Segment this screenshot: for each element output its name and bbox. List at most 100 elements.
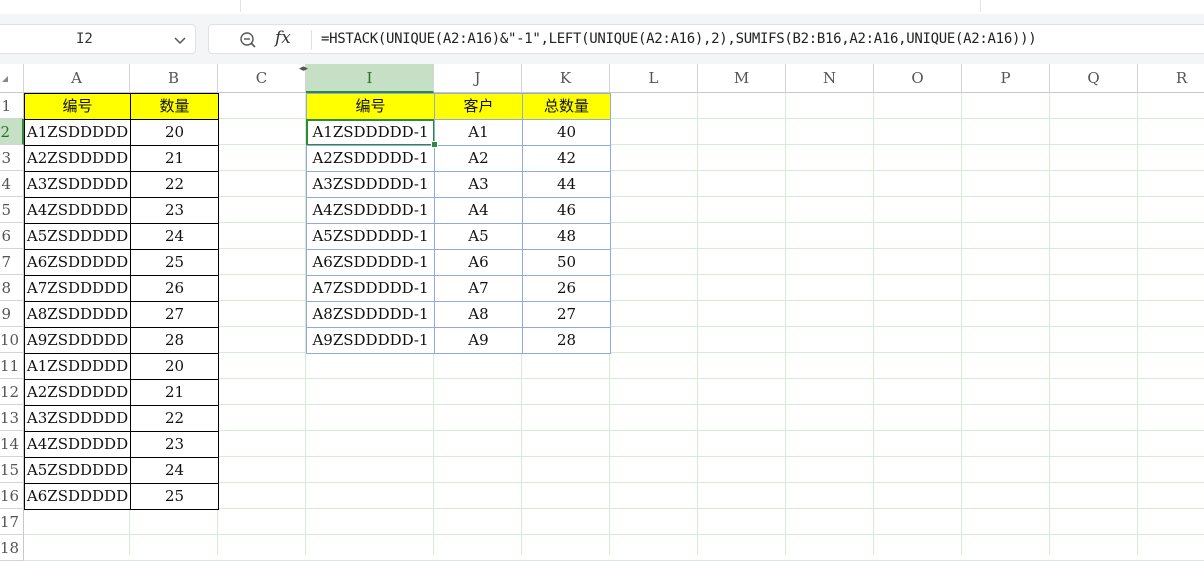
column-header-r[interactable]: R xyxy=(1138,64,1204,93)
row-header-17[interactable]: 17 xyxy=(0,509,24,535)
table-cell[interactable]: 20 xyxy=(130,119,219,146)
table-cell[interactable]: A4ZSDDDDD xyxy=(24,431,131,458)
row-header-5[interactable]: 5 xyxy=(0,197,24,223)
row-header-1[interactable]: 1 xyxy=(0,93,24,119)
row-header-8[interactable]: 8 xyxy=(0,275,24,301)
result-cell[interactable]: 27 xyxy=(522,301,611,328)
column-header-a[interactable]: A xyxy=(24,64,130,93)
table-cell[interactable]: 24 xyxy=(130,457,219,484)
table-cell[interactable]: A2ZSDDDDD xyxy=(24,379,131,406)
result-cell[interactable]: A8 xyxy=(434,301,523,328)
row-header-4[interactable]: 4 xyxy=(0,171,24,197)
table-cell[interactable]: A7ZSDDDDD xyxy=(24,275,131,302)
table-cell[interactable]: 25 xyxy=(130,249,219,276)
table-cell[interactable]: A2ZSDDDDD xyxy=(24,145,131,172)
formula-text[interactable]: =HSTACK(UNIQUE(A2:A16)&"-1",LEFT(UNIQUE(… xyxy=(321,31,1037,47)
table-cell[interactable]: 23 xyxy=(130,197,219,224)
result-header-cell[interactable]: 客户 xyxy=(434,93,523,120)
column-header-o[interactable]: O xyxy=(874,64,962,93)
result-cell[interactable]: 42 xyxy=(522,145,611,172)
table-cell[interactable]: A8ZSDDDDD xyxy=(24,301,131,328)
hidden-columns-icon[interactable]: ◂▸ xyxy=(299,64,308,74)
row-header-18[interactable]: 18 xyxy=(0,535,24,561)
row-header-11[interactable]: 11 xyxy=(0,353,24,379)
column-header-p[interactable]: P xyxy=(962,64,1050,93)
result-cell[interactable]: A5 xyxy=(434,223,523,250)
result-cell[interactable]: A5ZSDDDDD-1 xyxy=(306,223,435,250)
table-cell[interactable]: 20 xyxy=(130,353,219,380)
table-cell[interactable]: A9ZSDDDDD xyxy=(24,327,131,354)
row-header-16[interactable]: 16 xyxy=(0,483,24,509)
table-cell[interactable]: A1ZSDDDDD xyxy=(24,353,131,380)
row-header-12[interactable]: 12 xyxy=(0,379,24,405)
column-header-j[interactable]: J xyxy=(434,64,522,93)
row-header-6[interactable]: 6 xyxy=(0,223,24,249)
column-header-c[interactable]: C xyxy=(218,64,306,93)
result-cell[interactable]: 50 xyxy=(522,249,611,276)
table-cell[interactable]: 22 xyxy=(130,171,219,198)
row-header-2[interactable]: 2 xyxy=(0,119,24,145)
result-cell[interactable]: A3 xyxy=(434,171,523,198)
table-cell[interactable]: A4ZSDDDDD xyxy=(24,197,131,224)
column-header-n[interactable]: N xyxy=(786,64,874,93)
table-cell[interactable]: A3ZSDDDDD xyxy=(24,171,131,198)
row-header-3[interactable]: 3 xyxy=(0,145,24,171)
result-cell[interactable]: A2ZSDDDDD-1 xyxy=(306,145,435,172)
result-cell[interactable]: A8ZSDDDDD-1 xyxy=(306,301,435,328)
table-cell[interactable]: 23 xyxy=(130,431,219,458)
table-cell[interactable]: A6ZSDDDDD xyxy=(24,249,131,276)
select-all-corner[interactable] xyxy=(0,64,24,93)
table-cell[interactable]: 27 xyxy=(130,301,219,328)
column-header-k[interactable]: K xyxy=(522,64,610,93)
table-cell[interactable]: 21 xyxy=(130,379,219,406)
table-cell[interactable]: A6ZSDDDDD xyxy=(24,483,131,510)
result-cell[interactable]: A1 xyxy=(434,119,523,146)
result-cell[interactable]: 28 xyxy=(522,327,611,354)
table-cell[interactable]: 28 xyxy=(130,327,219,354)
table-cell[interactable]: A5ZSDDDDD xyxy=(24,223,131,250)
result-header-cell[interactable]: 编号 xyxy=(306,93,435,120)
result-cell[interactable]: A7 xyxy=(434,275,523,302)
fill-handle[interactable] xyxy=(431,141,438,148)
table-cell[interactable]: A5ZSDDDDD xyxy=(24,457,131,484)
result-cell[interactable]: 48 xyxy=(522,223,611,250)
row-header-10[interactable]: 10 xyxy=(0,327,24,353)
result-cell[interactable]: A4 xyxy=(434,197,523,224)
chevron-down-icon[interactable] xyxy=(172,32,188,48)
result-cell[interactable]: 40 xyxy=(522,119,611,146)
result-cell[interactable]: A6 xyxy=(434,249,523,276)
result-cell[interactable]: A4ZSDDDDD-1 xyxy=(306,197,435,224)
column-header-l[interactable]: L xyxy=(610,64,698,93)
table-cell[interactable]: 21 xyxy=(130,145,219,172)
table-cell[interactable]: 24 xyxy=(130,223,219,250)
active-cell[interactable]: A1ZSDDDDD-1 xyxy=(306,119,435,146)
spreadsheet-grid[interactable]: A B C I J K L M N O P Q R ◂▸ 1 2 3 4 5 6 7 8 9 10 11 12 13 14 15 16 17… xyxy=(0,64,1204,561)
row-header-9[interactable]: 9 xyxy=(0,301,24,327)
result-cell[interactable]: A7ZSDDDDD-1 xyxy=(306,275,435,302)
result-cell[interactable]: A2 xyxy=(434,145,523,172)
fx-icon[interactable]: fx xyxy=(275,28,291,48)
table-cell[interactable]: 26 xyxy=(130,275,219,302)
result-cell[interactable]: A9ZSDDDDD-1 xyxy=(306,327,435,354)
row-header-7[interactable]: 7 xyxy=(0,249,24,275)
result-header-cell[interactable]: 总数量 xyxy=(522,93,611,120)
result-cell[interactable]: A9 xyxy=(434,327,523,354)
column-header-m[interactable]: M xyxy=(698,64,786,93)
zoom-out-icon[interactable] xyxy=(239,31,257,49)
name-box[interactable]: I2 xyxy=(0,24,196,54)
result-cell[interactable]: A3ZSDDDDD-1 xyxy=(306,171,435,198)
formula-input[interactable]: fx =HSTACK(UNIQUE(A2:A16)&"-1",LEFT(UNIQ… xyxy=(208,24,1204,54)
header-cell[interactable]: 数量 xyxy=(130,93,219,120)
result-cell[interactable]: 26 xyxy=(522,275,611,302)
table-cell[interactable]: 22 xyxy=(130,405,219,432)
row-header-14[interactable]: 14 xyxy=(0,431,24,457)
column-header-i[interactable]: I xyxy=(306,64,434,93)
result-cell[interactable]: 46 xyxy=(522,197,611,224)
column-header-b[interactable]: B xyxy=(130,64,218,93)
row-header-15[interactable]: 15 xyxy=(0,457,24,483)
table-cell[interactable]: 25 xyxy=(130,483,219,510)
table-cell[interactable]: A3ZSDDDDD xyxy=(24,405,131,432)
row-header-13[interactable]: 13 xyxy=(0,405,24,431)
table-cell[interactable]: A1ZSDDDDD xyxy=(24,119,131,146)
header-cell[interactable]: 编号 xyxy=(24,93,131,120)
